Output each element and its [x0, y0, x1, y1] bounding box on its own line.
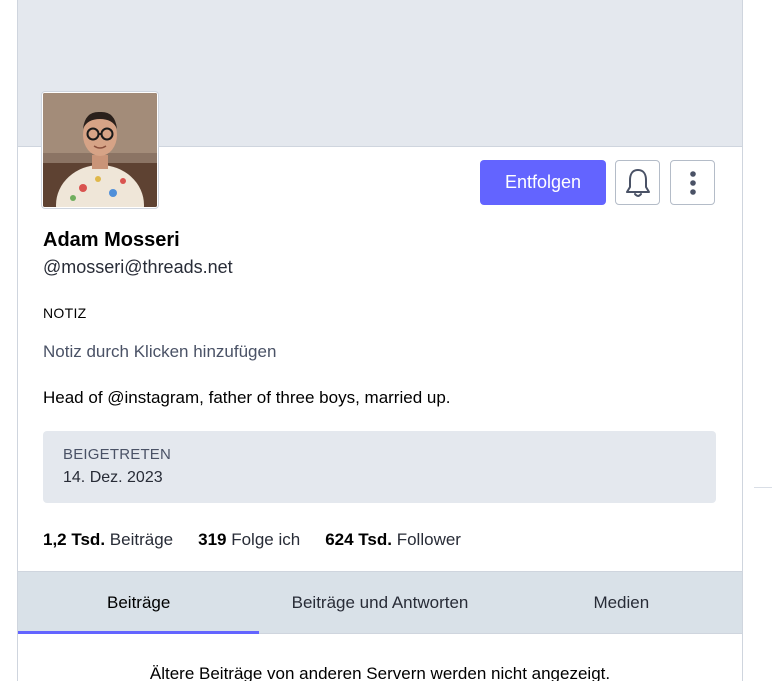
followers-count-link[interactable]: 624 Tsd. Follower: [325, 530, 461, 550]
posts-count: 1,2 Tsd.: [43, 530, 106, 549]
following-count-link[interactable]: 319 Folge ich: [198, 530, 300, 550]
notify-button[interactable]: [615, 160, 660, 205]
note-input[interactable]: Notiz durch Klicken hinzufügen: [43, 342, 276, 362]
tab-media[interactable]: Medien: [501, 572, 742, 633]
avatar-image: [43, 93, 157, 207]
followers-count: 624 Tsd.: [325, 530, 392, 549]
account-handle: @mosseri@threads.net: [43, 257, 233, 277]
avatar[interactable]: [42, 92, 158, 208]
more-vertical-icon: [689, 170, 696, 195]
tab-posts-and-replies[interactable]: Beiträge und Antworten: [259, 572, 500, 633]
joined-label: BEIGETRETEN: [63, 446, 172, 463]
joined-date: 14. Dez. 2023: [63, 469, 163, 486]
posts-label: Beiträge: [109, 530, 174, 549]
profile-tabs: Beiträge Beiträge und Antworten Medien: [18, 571, 742, 634]
posts-count-link[interactable]: 1,2 Tsd. Beiträge: [43, 530, 173, 550]
followers-label: Follower: [396, 530, 461, 549]
tab-posts[interactable]: Beiträge: [18, 572, 260, 634]
divider: [754, 487, 772, 488]
bell-icon: [625, 168, 650, 197]
unfollow-button[interactable]: Entfolgen: [480, 160, 606, 205]
joined-field: BEIGETRETEN 14. Dez. 2023: [43, 431, 716, 503]
older-posts-notice: Ältere Beiträge von anderen Servern werd…: [149, 664, 611, 681]
profile-bio: Head of @instagram, father of three boys…: [43, 388, 451, 407]
profile-column: Entfolgen Adam Mosseri @mosseri@threads.…: [17, 0, 743, 681]
following-count: 319: [198, 530, 227, 549]
note-label: NOTIZ: [43, 305, 87, 321]
profile-stats: 1,2 Tsd. Beiträge 319 Folge ich 624 Tsd.…: [43, 530, 461, 550]
more-options-button[interactable]: [670, 160, 715, 205]
display-name: Adam Mosseri: [43, 229, 180, 251]
following-label: Folge ich: [231, 530, 301, 549]
